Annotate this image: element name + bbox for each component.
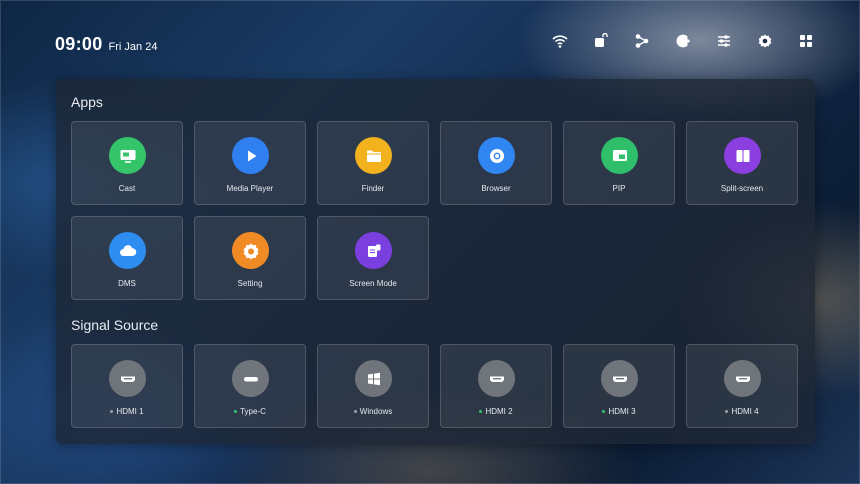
- source-name: HDMI 2: [485, 407, 513, 416]
- settings-icon[interactable]: [751, 30, 779, 52]
- source-tile-type-c[interactable]: Type-C: [194, 344, 306, 428]
- source-tile-windows[interactable]: Windows: [317, 344, 429, 428]
- app-tile-dms[interactable]: DMS: [71, 216, 183, 300]
- app-label: Split-screen: [720, 184, 764, 193]
- app-label: Finder: [361, 184, 385, 193]
- app-tile-setting[interactable]: Setting: [194, 216, 306, 300]
- status-bar: 09:00 Fri Jan 24: [0, 0, 860, 80]
- eye-protection-icon[interactable]: [669, 30, 697, 52]
- source-tile-hdmi-1[interactable]: HDMI 1: [71, 344, 183, 428]
- source-name: Windows: [359, 407, 393, 416]
- app-tile-cast[interactable]: Cast: [71, 121, 183, 205]
- hdmi-icon: [724, 360, 761, 397]
- status-icons: [546, 30, 833, 52]
- clock-time: 09:00: [55, 34, 103, 54]
- app-label: Setting: [237, 279, 263, 288]
- status-dot: [234, 410, 238, 414]
- source-label: Windows: [318, 407, 428, 416]
- app-label: Screen Mode: [349, 279, 397, 288]
- launcher-panel: Apps Cast Media Player Finder Browser PI…: [56, 79, 815, 444]
- status-dot: [602, 410, 606, 414]
- browser-icon: [478, 137, 515, 174]
- app-label: DMS: [118, 279, 136, 288]
- source-label: HDMI 2: [441, 407, 551, 416]
- signal-section-title: Signal Source: [71, 317, 159, 333]
- screen-mode-icon: [355, 232, 392, 269]
- source-name: HDMI 3: [608, 407, 636, 416]
- app-tile-finder[interactable]: Finder: [317, 121, 429, 205]
- clock-date: Fri Jan 24: [108, 41, 158, 53]
- play-icon: [232, 137, 269, 174]
- split-screen-icon: [724, 137, 761, 174]
- wifi-icon[interactable]: [546, 30, 574, 52]
- status-dot: [479, 410, 483, 414]
- source-name: Type-C: [240, 407, 266, 416]
- cast-icon: [109, 137, 146, 174]
- app-tile-browser[interactable]: Browser: [440, 121, 552, 205]
- share-icon[interactable]: [628, 30, 656, 52]
- app-label: Browser: [481, 184, 511, 193]
- source-label: Type-C: [195, 407, 305, 416]
- app-tile-split-screen[interactable]: Split-screen: [686, 121, 798, 205]
- source-tile-hdmi-2[interactable]: HDMI 2: [440, 344, 552, 428]
- gear-icon: [232, 232, 269, 269]
- cloud-icon: [109, 232, 146, 269]
- source-name: HDMI 4: [731, 407, 759, 416]
- status-dot: [725, 410, 729, 414]
- app-tile-media-player[interactable]: Media Player: [194, 121, 306, 205]
- pip-icon: [601, 137, 638, 174]
- source-label: HDMI 3: [564, 407, 674, 416]
- status-dot: [110, 410, 114, 414]
- adjust-icon[interactable]: [710, 30, 738, 52]
- source-name: HDMI 1: [116, 407, 144, 416]
- source-tile-hdmi-3[interactable]: HDMI 3: [563, 344, 675, 428]
- windows-icon: [355, 360, 392, 397]
- hdmi-icon: [109, 360, 146, 397]
- source-label: HDMI 4: [687, 407, 797, 416]
- hdmi-icon: [478, 360, 515, 397]
- source-tile-hdmi-4[interactable]: HDMI 4: [686, 344, 798, 428]
- clock: 09:00 Fri Jan 24: [55, 34, 157, 55]
- app-label: Media Player: [226, 184, 274, 193]
- app-tile-screen-mode[interactable]: Screen Mode: [317, 216, 429, 300]
- status-dot: [353, 410, 357, 414]
- app-tile-pip[interactable]: PIP: [563, 121, 675, 205]
- apps-grid-icon[interactable]: [792, 30, 820, 52]
- source-label: HDMI 1: [72, 407, 182, 416]
- screen-lock-icon[interactable]: [587, 30, 615, 52]
- hdmi-icon: [601, 360, 638, 397]
- type-c-icon: [232, 360, 269, 397]
- apps-section-title: Apps: [71, 94, 103, 110]
- app-label: PIP: [612, 184, 626, 193]
- app-label: Cast: [118, 184, 136, 193]
- folder-icon: [355, 137, 392, 174]
